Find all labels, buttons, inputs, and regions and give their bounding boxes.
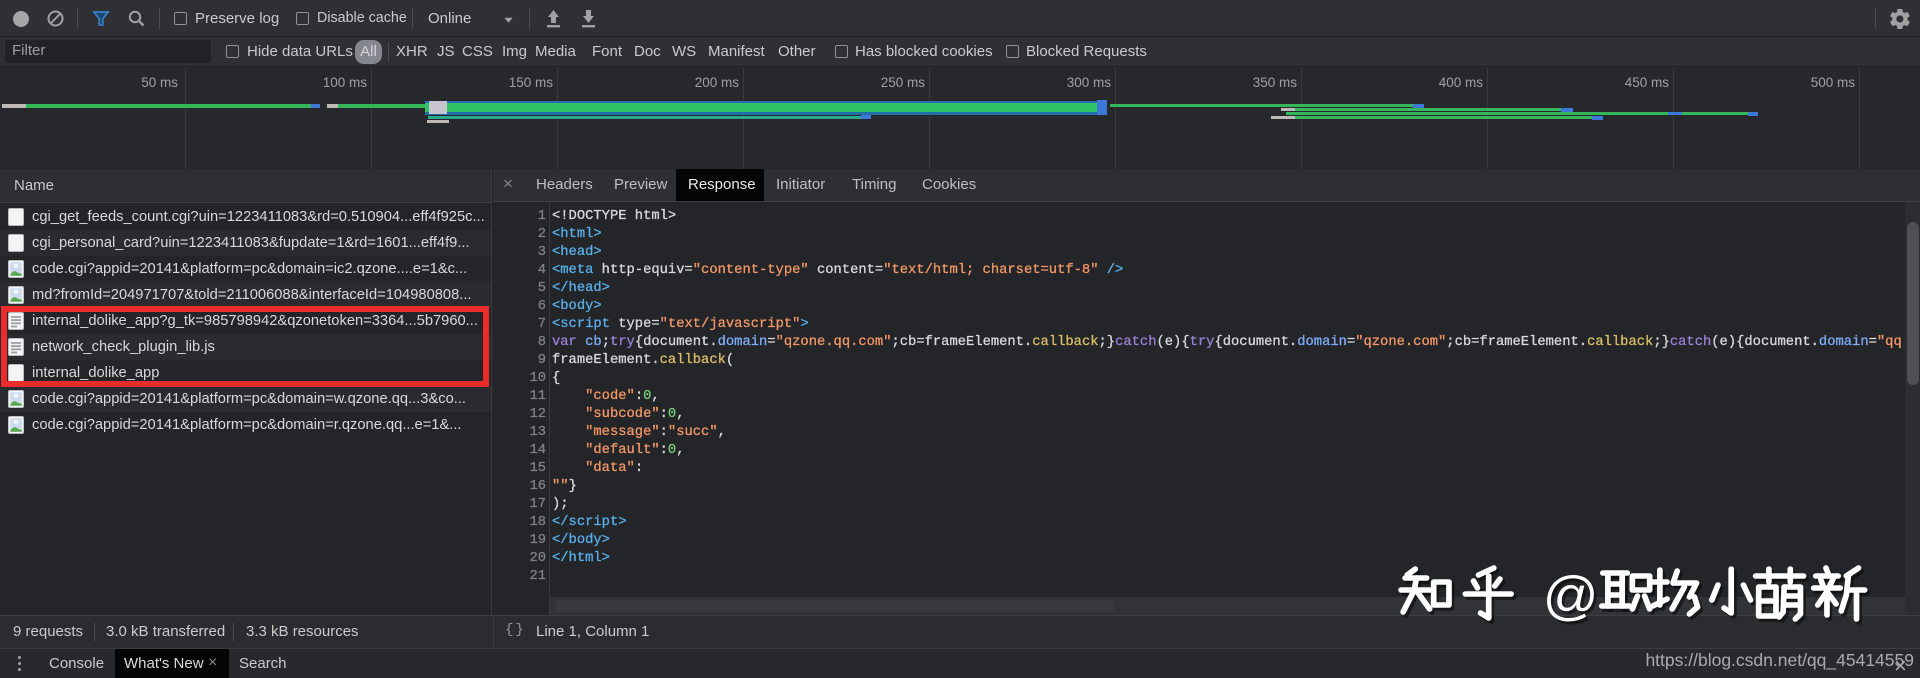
svg-text:@: @ [1543, 565, 1599, 625]
